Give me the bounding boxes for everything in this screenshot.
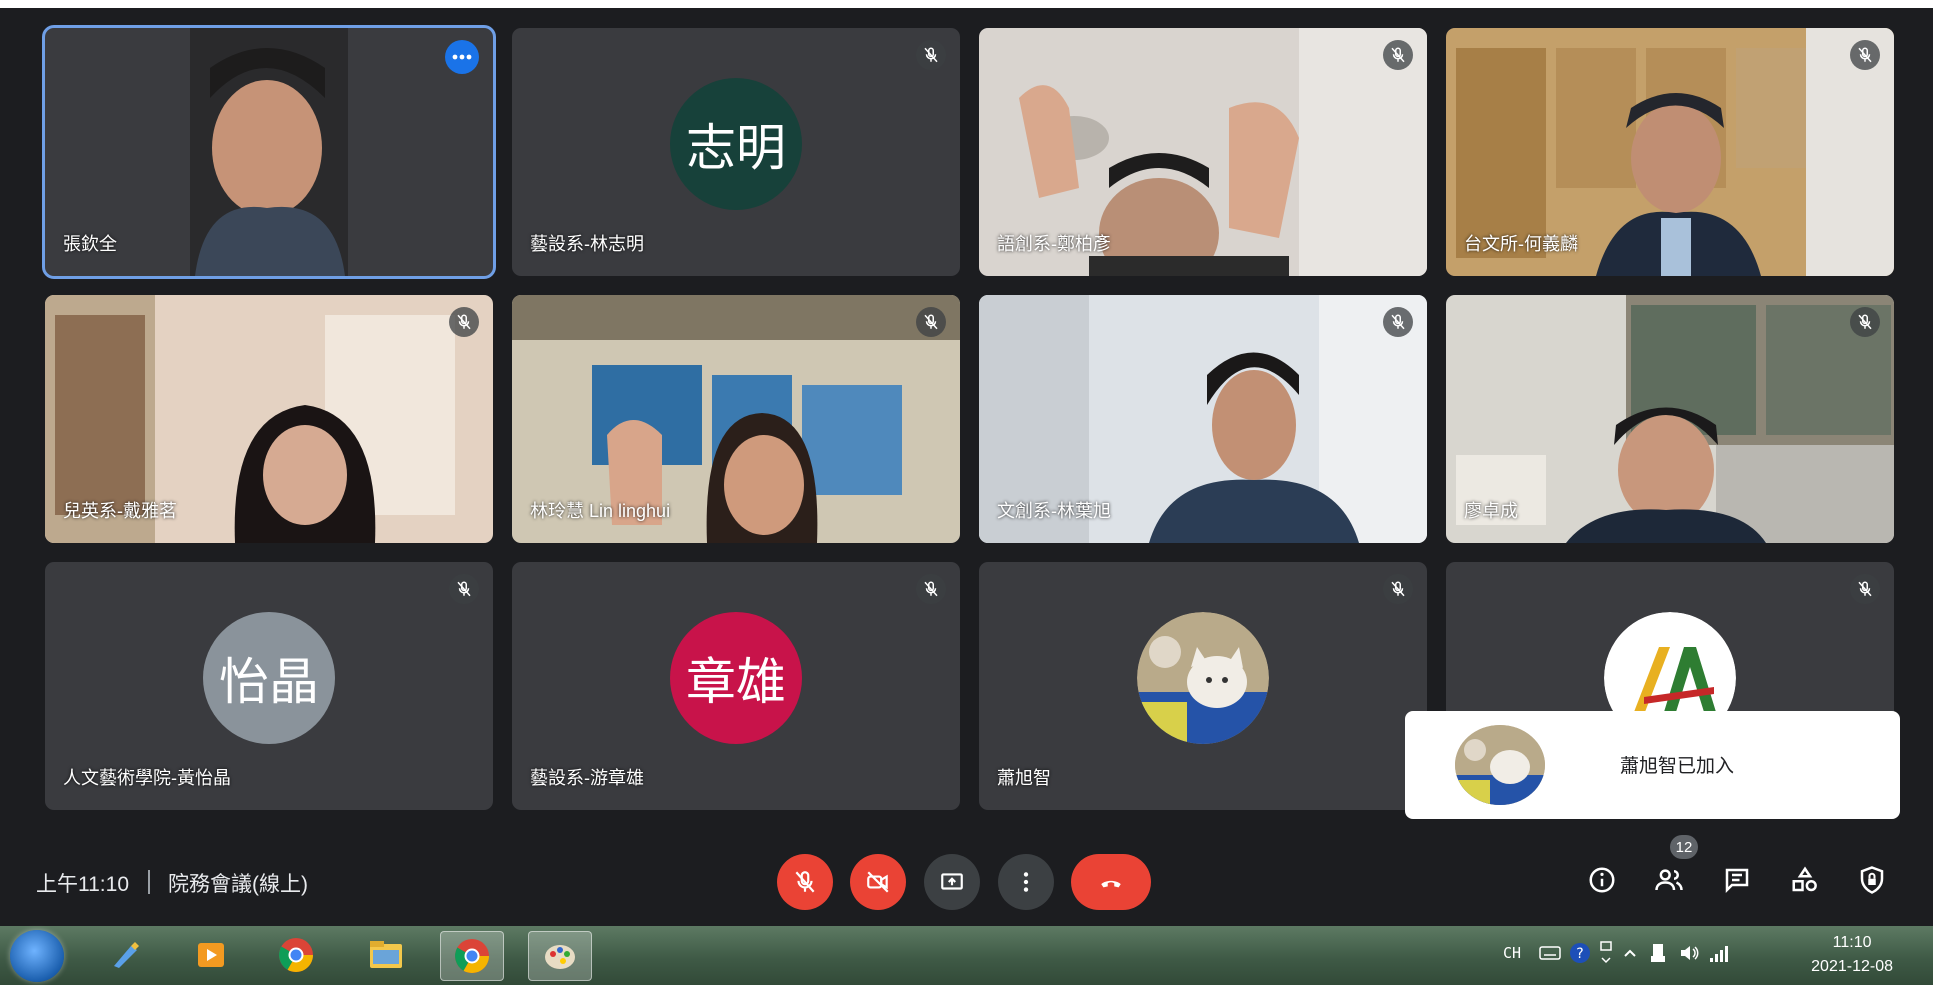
participant-tile[interactable]: 語創系-鄭柏彥 [979, 28, 1427, 276]
usb-device-icon[interactable] [1648, 942, 1668, 964]
mic-off-icon [1383, 40, 1413, 70]
leave-call-button[interactable] [1071, 854, 1151, 910]
participant-tile[interactable]: 蕭旭智 [979, 562, 1427, 810]
system-date: 2021-12-08 [1811, 958, 1893, 975]
media-player-icon [198, 943, 224, 967]
chat-icon [1725, 868, 1749, 894]
participant-name: 藝設系-林志明 [530, 234, 644, 254]
mic-off-icon [1850, 574, 1880, 604]
mic-off-icon [1850, 40, 1880, 70]
avatar: 志明 [670, 78, 802, 210]
participant-grid: 張欽全 志明 藝設系-林志明 語創系-鄭柏彥 台文所-何義麟 兒英系-戴雅茗 林… [42, 25, 1895, 818]
participant-name: 語創系-鄭柏彥 [997, 234, 1111, 254]
meeting-title: 院務會議(線上) [168, 873, 308, 896]
activities-button[interactable] [1785, 860, 1825, 900]
taskbar-app-explorer[interactable] [355, 931, 417, 979]
participant-tile[interactable]: 章雄 藝設系-游章雄 [512, 562, 960, 810]
meeting-details-button[interactable] [1582, 860, 1622, 900]
people-icon [1655, 869, 1683, 891]
chat-button[interactable] [1717, 860, 1757, 900]
input-language[interactable]: CH [1503, 944, 1521, 962]
mic-off-icon [1383, 307, 1413, 337]
more-options-icon[interactable] [445, 40, 479, 74]
taskbar-app-paint[interactable] [528, 931, 592, 981]
mic-toggle-button[interactable] [777, 854, 833, 910]
participant-tile[interactable]: 志明 藝設系-林志明 [512, 28, 960, 276]
notification-avatar [1455, 725, 1545, 805]
camera-toggle-button[interactable] [850, 854, 906, 910]
mic-off-icon [795, 871, 815, 893]
people-button[interactable] [1649, 860, 1689, 900]
participant-tile[interactable]: 兒英系-戴雅茗 [45, 295, 493, 543]
participant-name: 文創系-林葉旭 [997, 501, 1111, 521]
start-button[interactable] [10, 930, 64, 982]
participant-name: 台文所-何義麟 [1464, 234, 1578, 254]
participant-name: 廖卓成 [1464, 501, 1518, 521]
windows-taskbar: CH ? 11:10 2021-12-08 [0, 926, 1933, 985]
participant-tile[interactable]: 台文所-何義麟 [1446, 28, 1894, 276]
chrome-icon [455, 939, 489, 973]
host-controls-button[interactable] [1852, 860, 1892, 900]
mic-off-icon [916, 40, 946, 70]
svg-text:?: ? [1576, 946, 1583, 962]
system-clock[interactable]: 11:10 2021-12-08 [1811, 931, 1893, 979]
participant-tile[interactable]: 林玲慧 Lin linghui [512, 295, 960, 543]
control-bar: 上午11:10 院務會議(線上) 12 [0, 835, 1933, 918]
avatar: 章雄 [670, 612, 802, 744]
participant-tile[interactable]: 怡晶 人文藝術學院-黃怡晶 [45, 562, 493, 810]
mic-off-icon [1850, 307, 1880, 337]
participant-count-badge: 12 [1670, 835, 1698, 859]
participant-tile[interactable]: 文創系-林葉旭 [979, 295, 1427, 543]
volume-icon[interactable] [1678, 942, 1700, 964]
participant-name: 藝設系-游章雄 [530, 768, 644, 788]
end-call-icon [1101, 880, 1121, 888]
taskbar-app-chrome[interactable] [265, 931, 327, 979]
participant-name: 林玲慧 Lin linghui [530, 501, 671, 521]
join-notification[interactable]: 蕭旭智已加入 [1405, 711, 1900, 819]
participant-name: 人文藝術學院-黃怡晶 [63, 768, 231, 788]
taskbar-app-chrome-active[interactable] [440, 931, 504, 981]
taskbar-app-media[interactable] [180, 931, 242, 979]
avatar [1137, 612, 1269, 744]
meeting-clock: 上午11:10 [36, 873, 129, 896]
chrome-icon [279, 938, 313, 972]
host-controls-icon [1860, 866, 1884, 894]
taskbar-app-1[interactable] [95, 931, 157, 979]
divider [148, 870, 150, 894]
participant-name: 張欽全 [63, 234, 117, 254]
system-time: 11:10 [1832, 934, 1872, 951]
mic-off-icon [916, 307, 946, 337]
meet-window: 張欽全 志明 藝設系-林志明 語創系-鄭柏彥 台文所-何義麟 兒英系-戴雅茗 林… [0, 8, 1933, 926]
activities-icon [1792, 866, 1817, 892]
paint-icon [545, 945, 575, 969]
folder-icon [370, 941, 402, 968]
mic-off-icon [1383, 574, 1413, 604]
network-icon[interactable] [1708, 942, 1730, 964]
pen-tool-icon [114, 942, 139, 968]
show-hidden-icons[interactable] [1623, 946, 1637, 960]
participant-tile[interactable]: 廖卓成 [1446, 295, 1894, 543]
more-vert-icon [1023, 872, 1029, 892]
info-icon [1589, 867, 1615, 893]
avatar: 怡晶 [203, 612, 335, 744]
participant-tile[interactable]: 張欽全 [42, 25, 496, 279]
present-screen-icon [941, 873, 963, 890]
participant-name: 蕭旭智 [997, 768, 1051, 788]
mic-off-icon [449, 574, 479, 604]
keyboard-icon[interactable] [1539, 944, 1561, 962]
mic-off-icon [449, 307, 479, 337]
present-now-button[interactable] [924, 854, 980, 910]
notification-text: 蕭旭智已加入 [1620, 756, 1735, 777]
participant-name: 兒英系-戴雅茗 [63, 501, 177, 521]
ime-options-icon[interactable] [1599, 940, 1613, 966]
more-options-button[interactable] [998, 854, 1054, 910]
mic-off-icon [916, 574, 946, 604]
help-icon[interactable]: ? [1569, 942, 1591, 964]
system-tray: CH ? 11:10 2021-12-08 [1503, 926, 1933, 985]
camera-off-icon [867, 871, 889, 893]
